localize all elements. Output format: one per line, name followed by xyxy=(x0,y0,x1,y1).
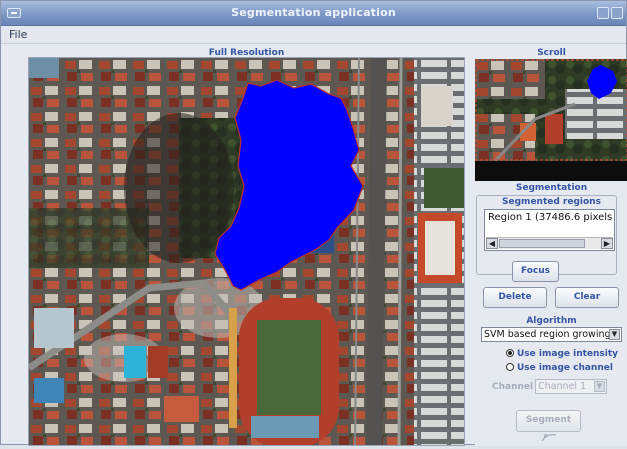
title-bar[interactable]: Segmentation application xyxy=(1,1,626,26)
chevron-down-icon[interactable]: ▼ xyxy=(594,381,605,392)
application-window: Segmentation application File Full Resol… xyxy=(0,0,627,446)
scroll-overview-image[interactable] xyxy=(475,59,627,181)
regions-list[interactable]: Region 1 (37486.6 pixels) ◀ ▶ xyxy=(484,209,615,251)
scroll-left-icon[interactable]: ◀ xyxy=(486,238,498,249)
algorithm-label: Algorithm xyxy=(526,316,577,326)
radio-label-intensity: Use image intensity xyxy=(517,349,619,359)
channel-select[interactable]: Channel 1 ▼ xyxy=(535,379,607,394)
scroll-title: Scroll xyxy=(537,48,566,58)
list-item[interactable]: Region 1 (37486.6 pixels) xyxy=(488,212,613,223)
algorithm-select[interactable]: SVM based region growing ▼ xyxy=(481,327,622,342)
radio-use-image-intensity[interactable]: Use image intensity xyxy=(506,349,618,359)
close-icon[interactable] xyxy=(611,7,623,19)
chevron-down-icon[interactable]: ▼ xyxy=(609,329,620,340)
scrollbar-thumb[interactable] xyxy=(499,239,585,248)
channel-value: Channel 1 xyxy=(538,381,587,392)
segmented-regions-label: Segmented regions xyxy=(502,197,601,207)
horizontal-scrollbar[interactable]: ◀ ▶ xyxy=(486,237,613,249)
segmentation-panel: Segmentation Segmented regions Region 1 … xyxy=(475,181,627,446)
aerial-image[interactable] xyxy=(29,58,465,446)
algorithm-value: SVM based region growing xyxy=(484,329,611,340)
radio-selected-icon[interactable] xyxy=(506,349,514,357)
menu-file[interactable]: File xyxy=(9,28,27,41)
focus-button[interactable]: Focus xyxy=(512,261,559,282)
minimize-icon[interactable] xyxy=(597,7,609,19)
delete-button[interactable]: Delete xyxy=(483,287,547,308)
curve-cursor-icon xyxy=(540,433,556,442)
window-title: Segmentation application xyxy=(231,6,396,19)
radio-label-channel: Use image channel xyxy=(517,363,613,373)
scroll-overview[interactable] xyxy=(475,59,627,181)
segment-button[interactable]: Segment xyxy=(516,410,581,442)
channel-label: Channel xyxy=(492,382,534,392)
radio-use-image-channel[interactable]: Use image channel xyxy=(506,363,613,373)
clear-button[interactable]: Clear xyxy=(555,287,619,308)
menu-bar: File xyxy=(1,26,626,44)
scroll-right-icon[interactable]: ▶ xyxy=(601,238,613,249)
segment-button-label: Segment xyxy=(525,415,572,425)
segmentation-header: Segmentation xyxy=(515,183,588,193)
full-resolution-view[interactable] xyxy=(28,57,465,446)
radio-unselected-icon[interactable] xyxy=(506,363,514,371)
